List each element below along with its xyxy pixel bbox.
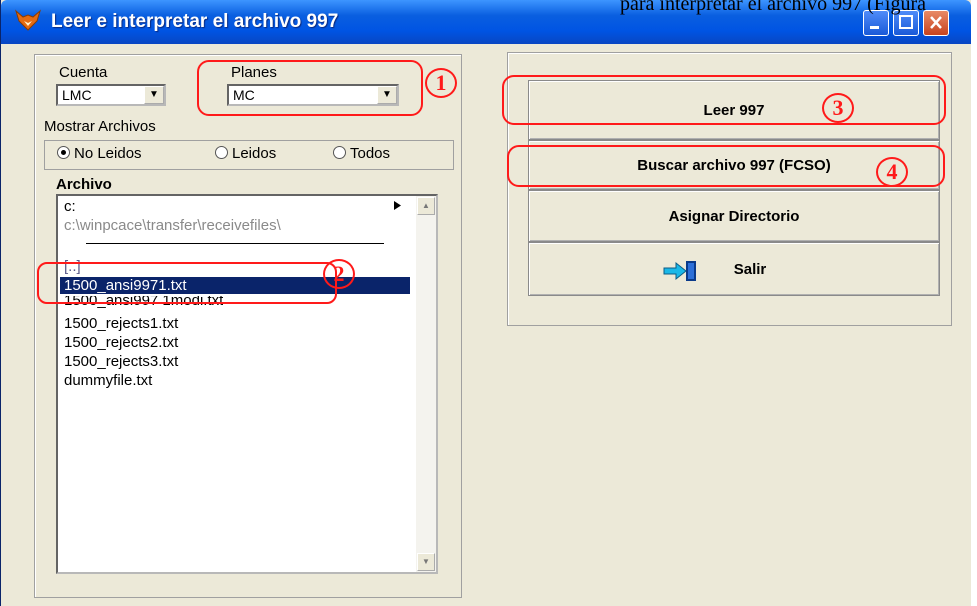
callout-3: 3 — [822, 93, 854, 123]
callout-4: 4 — [876, 157, 908, 187]
radio-icon — [333, 146, 346, 159]
list-item[interactable]: 1500_rejects3.txt — [64, 353, 178, 370]
annotation-box-3 — [502, 75, 946, 125]
list-item-drive[interactable]: c: — [64, 198, 76, 215]
salir-label: Salir — [733, 261, 767, 278]
annotation-box-1 — [197, 60, 423, 116]
radio-selected-icon — [57, 146, 70, 159]
caret-right-icon — [394, 201, 401, 210]
list-item-path[interactable]: c:\winpcace\transfer\receivefiles\ — [64, 217, 386, 234]
divider — [86, 243, 384, 244]
cuenta-value: LMC — [62, 87, 92, 103]
scroll-down-button[interactable]: ▼ — [417, 553, 435, 571]
exit-door-icon — [663, 261, 696, 281]
salir-button[interactable]: Salir — [528, 242, 940, 296]
radio-no-leidos[interactable]: No Leidos — [57, 145, 142, 162]
list-item[interactable]: 1500_rejects2.txt — [64, 334, 178, 351]
document-text-fragment: para interpretar el archivo 997 (Figura — [620, 0, 926, 15]
list-item[interactable]: 1500_rejects1.txt — [64, 315, 178, 332]
main-window: Leer e interpretar el archivo 997 Cuenta… — [0, 0, 971, 606]
mostrar-archivos-label: Mostrar Archivos — [44, 118, 156, 135]
archivo-label: Archivo — [56, 176, 112, 193]
list-item[interactable]: dummyfile.txt — [64, 372, 152, 389]
asignar-directorio-button[interactable]: Asignar Directorio — [528, 190, 940, 242]
cuenta-label: Cuenta — [59, 64, 108, 81]
radio-leidos[interactable]: Leidos — [215, 145, 276, 162]
chevron-down-icon[interactable]: ▼ — [144, 86, 164, 104]
callout-1: 1 — [425, 68, 457, 98]
vertical-scrollbar[interactable]: ▲ ▼ — [416, 196, 436, 572]
callout-2: 2 — [323, 259, 355, 289]
radio-icon — [215, 146, 228, 159]
window-title: Leer e interpretar el archivo 997 — [51, 11, 339, 32]
cuenta-dropdown[interactable]: LMC ▼ — [56, 84, 166, 106]
annotation-box-2 — [37, 262, 337, 304]
mostrar-archivos-group: No Leidos Leidos Todos — [44, 140, 454, 170]
fox-icon — [15, 9, 41, 31]
radio-todos[interactable]: Todos — [333, 145, 390, 162]
scroll-up-button[interactable]: ▲ — [417, 197, 435, 215]
file-listbox[interactable]: c: c:\winpcace\transfer\receivefiles\ [.… — [56, 194, 438, 574]
